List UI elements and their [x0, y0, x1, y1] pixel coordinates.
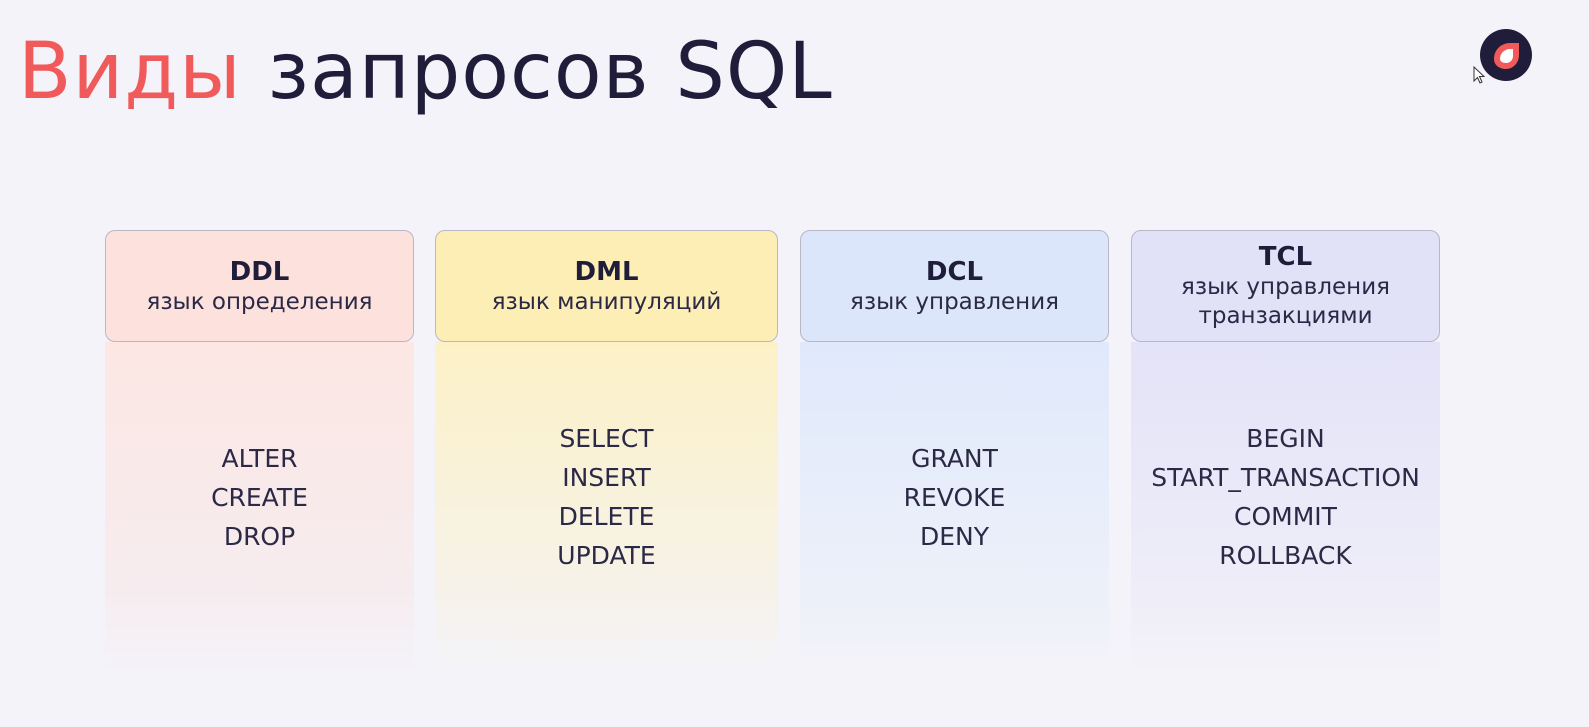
column-body-dml: SELECT INSERT DELETE UPDATE: [435, 342, 778, 672]
card-dcl: DCL язык управления: [800, 230, 1109, 342]
page-title-rest: запросов SQL: [267, 27, 833, 117]
card-description: язык управления: [850, 288, 1059, 315]
card-code: TCL: [1258, 242, 1313, 272]
mouse-pointer-icon: [1473, 66, 1485, 84]
command-list: SELECT INSERT DELETE UPDATE: [435, 342, 778, 672]
page-title: Виды запросов SQL: [18, 22, 833, 122]
command-item: ALTER: [221, 443, 298, 473]
column-body-dcl: GRANT REVOKE DENY: [800, 342, 1109, 672]
card-description-line-2: транзакциями: [1198, 303, 1373, 329]
command-item: REVOKE: [903, 482, 1006, 512]
card-tcl: TCL язык управления транзакциями: [1131, 230, 1440, 342]
command-list: GRANT REVOKE DENY: [800, 342, 1109, 672]
command-list: BEGIN START_TRANSACTION COMMIT ROLLBACK: [1131, 342, 1440, 672]
card-code: DCL: [925, 256, 984, 287]
command-list: ALTER CREATE DROP: [105, 342, 414, 672]
page-title-accent: Виды: [18, 27, 242, 117]
command-item: DENY: [919, 521, 990, 551]
command-item: DROP: [223, 521, 296, 551]
command-item: GRANT: [911, 443, 998, 473]
command-item: INSERT: [562, 463, 651, 492]
column-body-ddl: ALTER CREATE DROP: [105, 342, 414, 672]
card-description: язык определения: [146, 288, 373, 315]
card-description-line-1: язык управления: [1181, 274, 1390, 300]
command-item: COMMIT: [1234, 502, 1337, 531]
brand-ring-logo-icon: [1480, 29, 1532, 81]
card-description: язык манипуляций: [491, 288, 722, 315]
card-ddl: DDL язык определения: [105, 230, 414, 342]
column-body-tcl: BEGIN START_TRANSACTION COMMIT ROLLBACK: [1131, 342, 1440, 672]
command-item: START_TRANSACTION: [1151, 463, 1420, 492]
command-item: ROLLBACK: [1219, 541, 1352, 570]
card-code: DML: [574, 256, 639, 287]
command-item: UPDATE: [557, 541, 656, 570]
command-item: CREATE: [211, 482, 308, 512]
command-item: SELECT: [559, 424, 654, 453]
command-item: BEGIN: [1246, 424, 1325, 453]
card-code: DDL: [229, 256, 290, 287]
card-dml: DML язык манипуляций: [435, 230, 778, 342]
command-item: DELETE: [558, 502, 655, 531]
